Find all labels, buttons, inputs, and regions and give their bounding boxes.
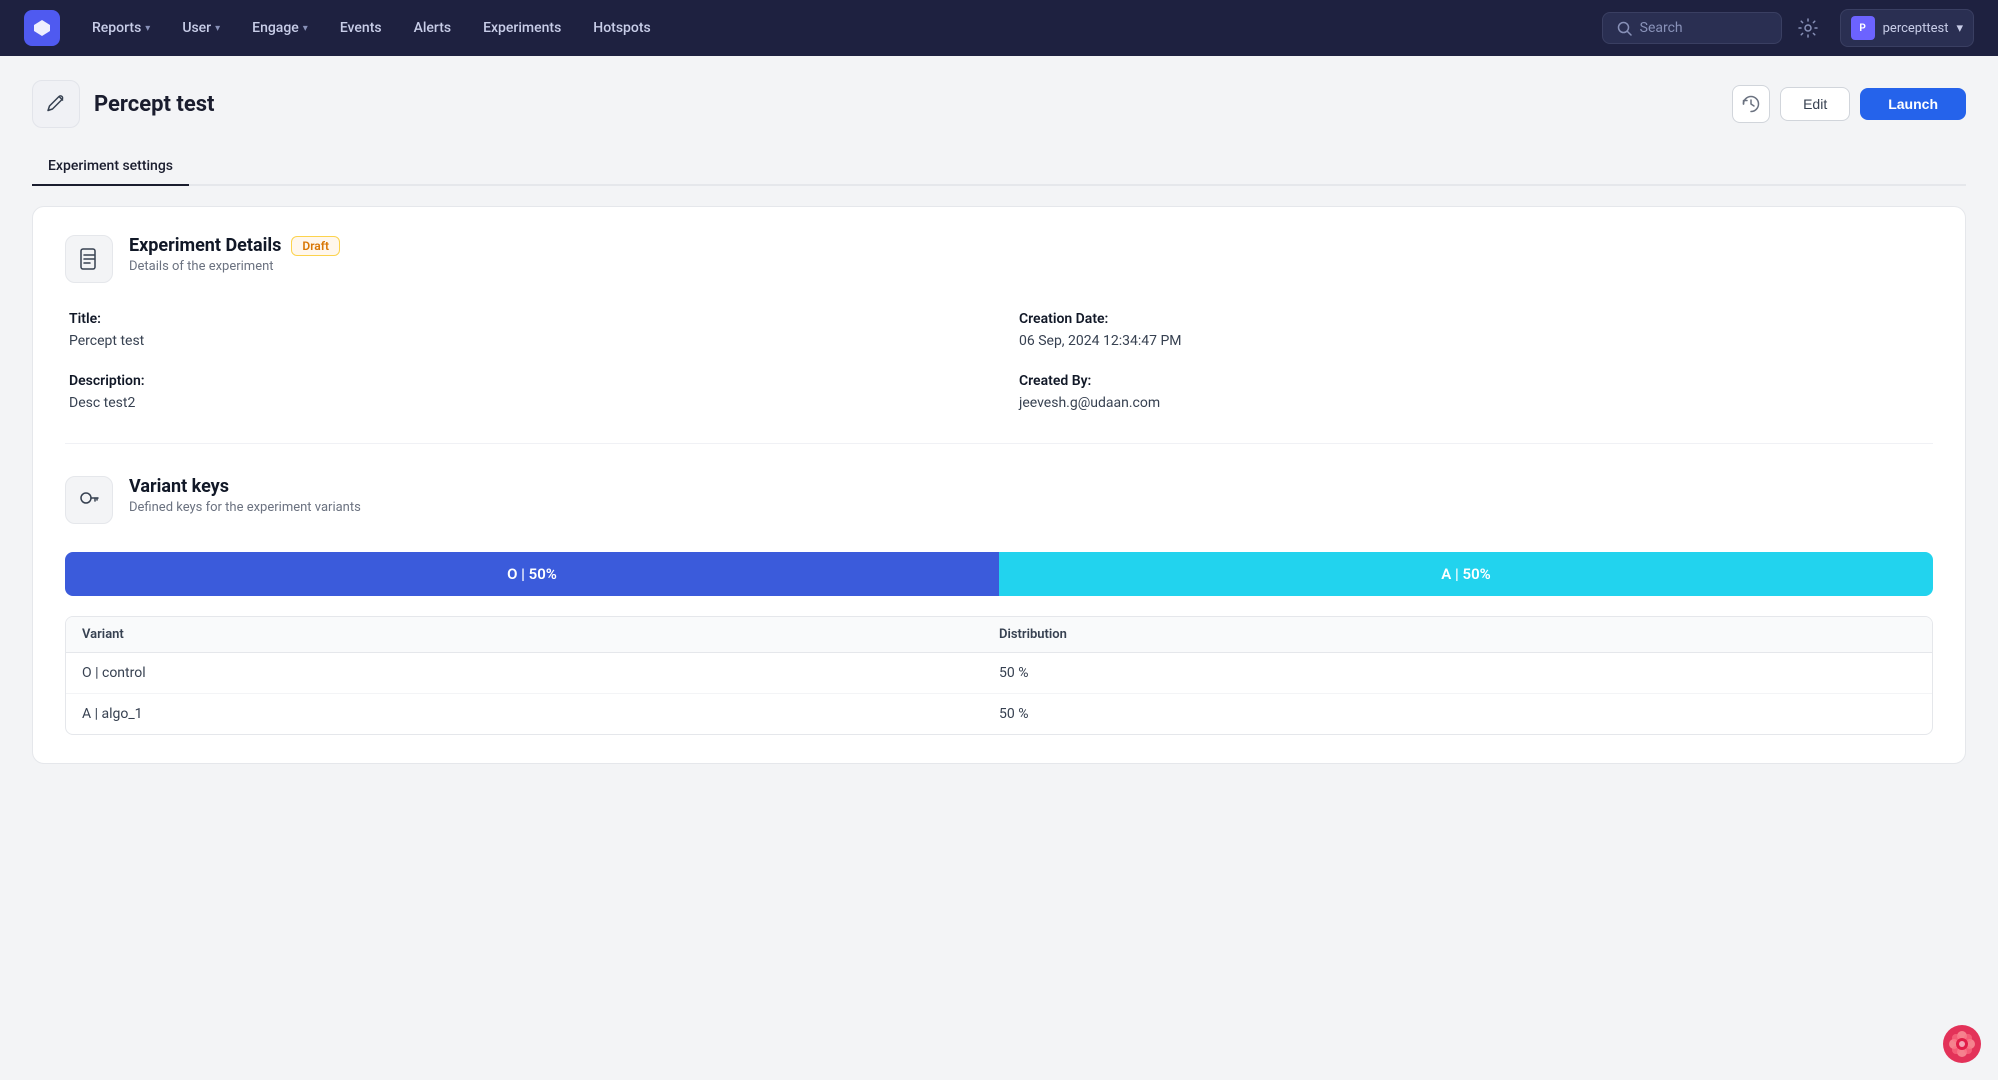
edit-button[interactable]: Edit	[1780, 87, 1850, 121]
variant-table: Variant Distribution O | control 50 % A …	[65, 616, 1933, 735]
flower-icon[interactable]	[1942, 1024, 1982, 1064]
title-label: Title:	[69, 311, 979, 327]
variant-segment-treatment: A | 50%	[999, 552, 1933, 596]
document-icon	[78, 248, 100, 270]
description-field: Description: Desc test2	[69, 373, 979, 411]
chevron-down-icon: ▾	[1956, 21, 1963, 36]
launch-button[interactable]: Launch	[1860, 88, 1966, 120]
search-box[interactable]: Search	[1602, 12, 1782, 44]
experiment-icon-container	[32, 80, 80, 128]
created-by-value: jeevesh.g@udaan.com	[1019, 395, 1929, 411]
search-placeholder: Search	[1640, 20, 1683, 36]
variant-icon-container	[65, 476, 113, 524]
description-value: Desc test2	[69, 395, 979, 411]
nav-engage[interactable]: Engage ▾	[240, 12, 320, 44]
page-header: Percept test Edit Launch	[32, 80, 1966, 128]
experiment-details-subtitle: Details of the experiment	[129, 259, 340, 274]
variant-keys-subtitle: Defined keys for the experiment variants	[129, 500, 361, 515]
variant-segment-control: O | 50%	[65, 552, 999, 596]
variant-keys-title: Variant keys	[129, 476, 361, 497]
distribution-col-header: Distribution	[999, 627, 1916, 642]
navbar: Reports ▾ User ▾ Engage ▾ Events Alerts …	[0, 0, 1998, 56]
search-icon	[1617, 21, 1632, 36]
page-title-group: Percept test	[32, 80, 214, 128]
table-row: O | control 50 %	[66, 653, 1932, 694]
variant-keys-text: Variant keys Defined keys for the experi…	[129, 476, 361, 515]
creation-date-label: Creation Date:	[1019, 311, 1929, 327]
experiment-details-title: Experiment Details Draft	[129, 235, 340, 256]
details-icon-container	[65, 235, 113, 283]
variant-row-1-name: O | control	[82, 665, 999, 681]
title-field: Title: Percept test	[69, 311, 979, 349]
pencil-icon	[45, 93, 67, 115]
variant-table-header: Variant Distribution	[66, 617, 1932, 653]
creation-date-field: Creation Date: 06 Sep, 2024 12:34:47 PM	[1019, 311, 1929, 349]
variant-distribution-bar: O | 50% A | 50%	[65, 552, 1933, 596]
nav-alerts[interactable]: Alerts	[402, 12, 464, 44]
tabs: Experiment settings	[32, 148, 1966, 186]
user-label: percepttest	[1883, 21, 1949, 36]
header-actions: Edit Launch	[1732, 85, 1966, 123]
variant-col-header: Variant	[82, 627, 999, 642]
page-content: Percept test Edit Launch Experiment sett…	[0, 56, 1998, 788]
description-label: Description:	[69, 373, 979, 389]
section-divider	[65, 443, 1933, 444]
main-card: Experiment Details Draft Details of the …	[32, 206, 1966, 764]
nav-user[interactable]: User ▾	[170, 12, 232, 44]
history-icon	[1742, 95, 1760, 113]
title-value: Percept test	[69, 333, 979, 349]
variant-row-2-dist: 50 %	[999, 706, 1916, 722]
logo[interactable]	[24, 10, 60, 46]
draft-badge: Draft	[291, 236, 340, 256]
avatar: P	[1851, 16, 1875, 40]
experiment-details-header: Experiment Details Draft Details of the …	[65, 235, 1933, 283]
tab-experiment-settings[interactable]: Experiment settings	[32, 148, 189, 186]
nav-hotspots[interactable]: Hotspots	[581, 12, 662, 44]
created-by-label: Created By:	[1019, 373, 1929, 389]
nav-reports[interactable]: Reports ▾	[80, 12, 162, 44]
creation-date-value: 06 Sep, 2024 12:34:47 PM	[1019, 333, 1929, 349]
variant-keys-header: Variant keys Defined keys for the experi…	[65, 476, 1933, 524]
nav-experiments[interactable]: Experiments	[471, 12, 573, 44]
page-title: Percept test	[94, 92, 214, 117]
created-by-field: Created By: jeevesh.g@udaan.com	[1019, 373, 1929, 411]
details-grid: Title: Percept test Creation Date: 06 Se…	[65, 311, 1933, 411]
user-menu[interactable]: P percepttest ▾	[1840, 9, 1974, 47]
key-icon	[78, 489, 100, 511]
gear-icon	[1798, 18, 1818, 38]
experiment-details-text: Experiment Details Draft Details of the …	[129, 235, 340, 274]
chevron-down-icon: ▾	[215, 23, 220, 34]
chevron-down-icon: ▾	[145, 23, 150, 34]
history-button[interactable]	[1732, 85, 1770, 123]
chevron-down-icon: ▾	[303, 23, 308, 34]
settings-button[interactable]	[1790, 10, 1826, 46]
table-row: A | algo_1 50 %	[66, 694, 1932, 734]
variant-row-1-dist: 50 %	[999, 665, 1916, 681]
variant-row-2-name: A | algo_1	[82, 706, 999, 722]
nav-events[interactable]: Events	[328, 12, 394, 44]
